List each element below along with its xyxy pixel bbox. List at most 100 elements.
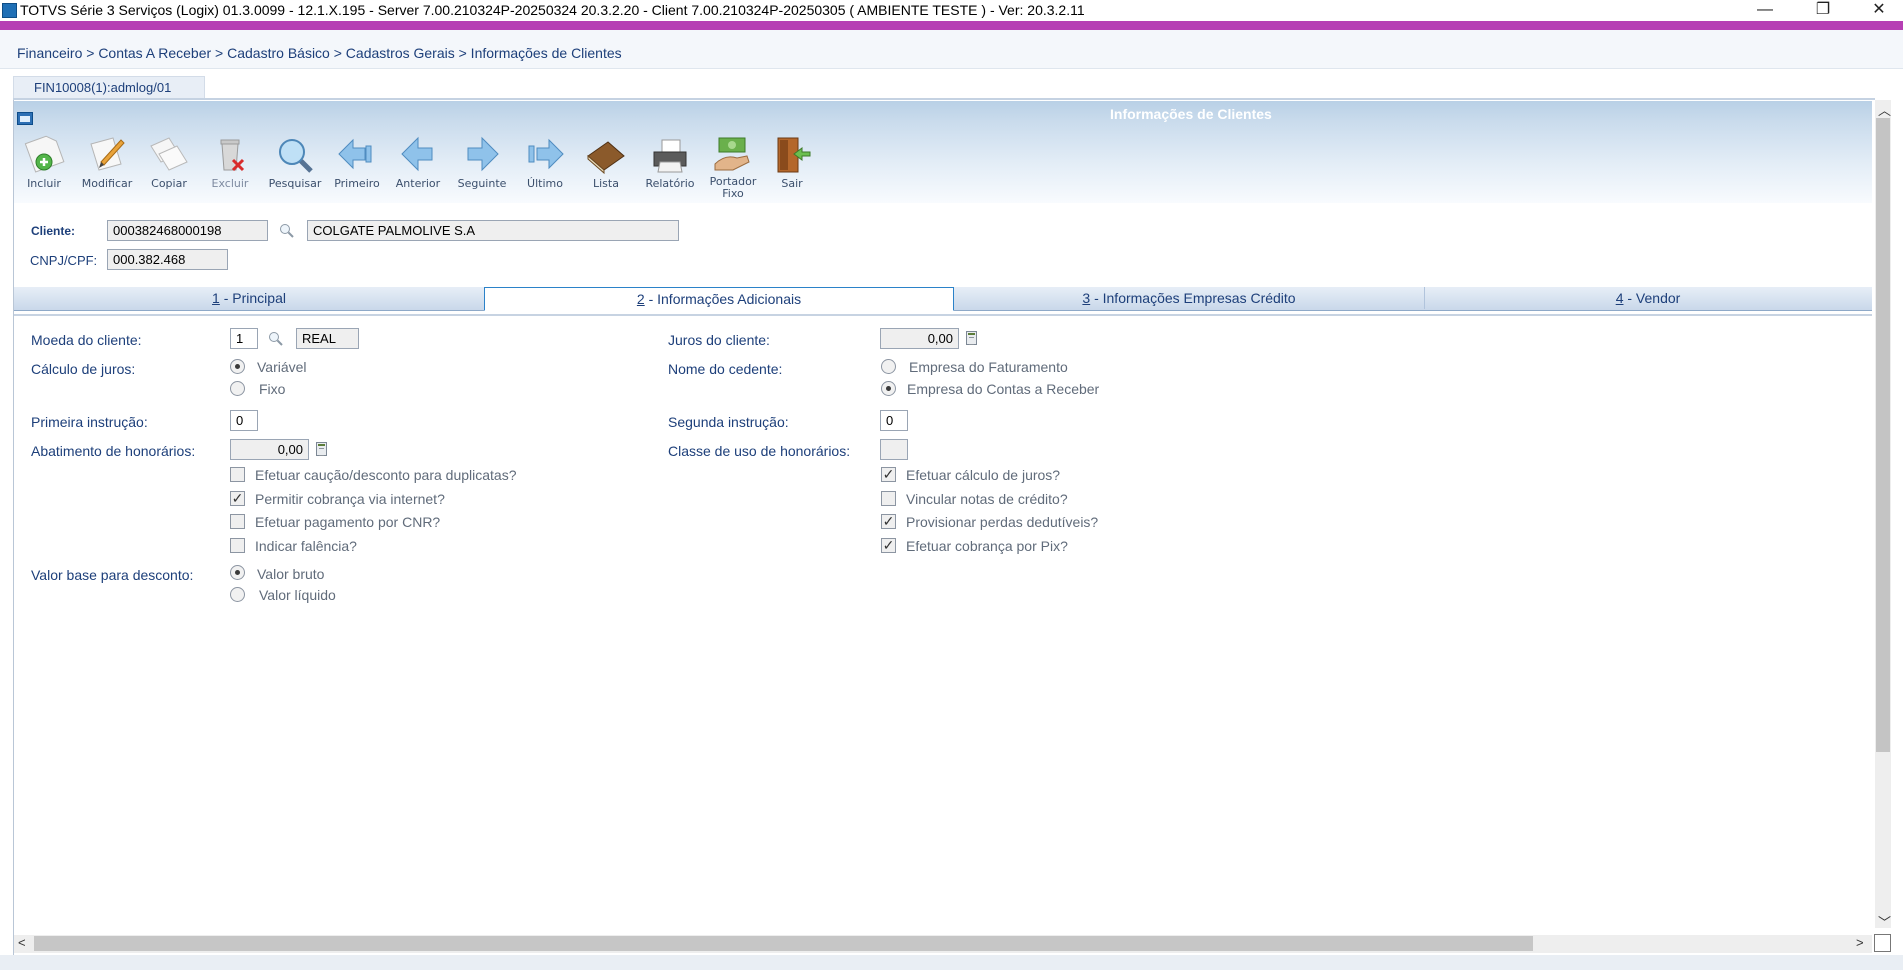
moeda-code-field[interactable]: 1 xyxy=(230,328,258,349)
vertical-scroll-thumb[interactable] xyxy=(1876,118,1890,752)
excluir-label: Excluir xyxy=(211,177,249,190)
book-icon xyxy=(587,141,625,175)
portador-fixo-button[interactable]: Portador Fixo xyxy=(705,134,761,204)
primeiro-label: Primeiro xyxy=(334,177,380,190)
efetuar-caucao-label: Efetuar caução/desconto para duplicatas? xyxy=(255,467,517,483)
valor-bruto-label: Valor bruto xyxy=(257,566,325,582)
tab-vendor[interactable]: 4 - Vendor xyxy=(1424,287,1872,309)
valor-liquido-radio[interactable] xyxy=(230,587,245,602)
next-arrow-icon xyxy=(467,136,499,172)
scroll-left-arrow-icon[interactable]: < xyxy=(18,935,26,950)
calculo-fixo-radio[interactable] xyxy=(230,381,245,396)
bottom-bar xyxy=(0,955,1903,970)
calculo-variavel-radio[interactable] xyxy=(230,359,245,374)
valor-liquido-label: Valor líquido xyxy=(259,587,336,603)
exit-door-icon xyxy=(777,137,811,173)
efetuar-pagamento-cnr-checkbox[interactable] xyxy=(230,514,245,529)
tab-informacoes-adicionais-label: - Informações Adicionais xyxy=(644,291,802,307)
ultimo-button[interactable]: Último xyxy=(517,134,573,204)
resize-corner xyxy=(1874,934,1891,952)
calculo-fixo-label: Fixo xyxy=(259,381,286,397)
cliente-search-icon[interactable] xyxy=(279,223,295,242)
cedente-faturamento-radio[interactable] xyxy=(881,359,896,374)
first-arrow-icon xyxy=(338,138,372,170)
search-icon xyxy=(279,139,313,173)
program-tab-label: FIN10008(1):admlog/01 xyxy=(34,80,172,95)
breadcrumb-bar: Financeiro > Contas A Receber > Cadastro… xyxy=(0,30,1903,69)
ultimo-label: Último xyxy=(527,177,563,190)
primeira-instrucao-label: Primeira instrução: xyxy=(31,414,148,430)
previous-arrow-icon xyxy=(401,136,433,172)
abatimento-label: Abatimento de honorários: xyxy=(31,443,196,459)
cnpj-label: CNPJ/CPF: xyxy=(30,253,98,268)
tab-principal[interactable]: 1 - Principal xyxy=(14,287,485,309)
tab-vendor-label: - Vendor xyxy=(1623,290,1681,306)
cedente-faturamento-label: Empresa do Faturamento xyxy=(909,359,1068,375)
moeda-label: Moeda do cliente: xyxy=(31,332,142,348)
indicar-falencia-label: Indicar falência? xyxy=(255,538,357,554)
accent-bar xyxy=(0,21,1903,30)
cedente-contas-receber-label: Empresa do Contas a Receber xyxy=(907,381,1100,397)
calculo-variavel-label: Variável xyxy=(257,359,307,375)
pesquisar-label: Pesquisar xyxy=(268,177,322,190)
primeira-instrucao-field[interactable]: 0 xyxy=(230,410,258,431)
app-icon xyxy=(2,3,17,18)
restore-button[interactable]: ❐ xyxy=(1806,0,1840,21)
copiar-button[interactable]: Copiar xyxy=(141,134,197,204)
seguinte-label: Seguinte xyxy=(457,177,507,190)
abatimento-field: 0,00 xyxy=(230,439,309,460)
modificar-label: Modificar xyxy=(81,177,133,190)
tab-principal-label: - Principal xyxy=(219,290,286,306)
moeda-name-field: REAL xyxy=(296,328,359,349)
relatorio-button[interactable]: Relatório xyxy=(642,134,698,204)
scroll-right-arrow-icon[interactable]: > xyxy=(1856,935,1864,950)
sair-button[interactable]: Sair xyxy=(764,134,820,204)
form-title: Informações de Clientes xyxy=(1110,106,1272,122)
vincular-notas-credito-label: Vincular notas de crédito? xyxy=(906,491,1068,507)
printer-icon xyxy=(653,139,687,173)
minimize-button[interactable]: — xyxy=(1748,0,1782,21)
abatimento-calculator-icon[interactable] xyxy=(316,442,327,456)
tab-informacoes-adicionais[interactable]: 2 - Informações Adicionais xyxy=(484,287,954,311)
scroll-up-arrow-icon[interactable]: ︿ xyxy=(1878,100,1891,119)
incluir-label: Incluir xyxy=(27,177,61,190)
window-title-bar: TOTVS Série 3 Serviços (Logix) 01.3.0099… xyxy=(0,0,1903,21)
breadcrumb: Financeiro > Contas A Receber > Cadastro… xyxy=(17,45,622,61)
cedente-contas-receber-radio[interactable] xyxy=(881,381,896,396)
tab-informacoes-empresas-credito[interactable]: 3 - Informações Empresas Crédito xyxy=(954,287,1425,309)
permitir-cobranca-internet-checkbox[interactable]: ✓ xyxy=(230,491,245,506)
indicar-falencia-checkbox[interactable] xyxy=(230,538,245,553)
segunda-instrucao-field[interactable]: 0 xyxy=(880,410,908,431)
lista-label: Lista xyxy=(593,177,619,190)
lista-button[interactable]: Lista xyxy=(578,134,634,204)
efetuar-caucao-checkbox[interactable] xyxy=(230,467,245,482)
efetuar-cobranca-pix-checkbox[interactable]: ✓ xyxy=(881,538,896,553)
primeiro-button[interactable]: Primeiro xyxy=(329,134,385,204)
provisionar-perdas-checkbox[interactable]: ✓ xyxy=(881,514,896,529)
moeda-search-icon[interactable] xyxy=(268,331,284,350)
efetuar-calculo-juros-checkbox[interactable]: ✓ xyxy=(881,467,896,482)
horizontal-scroll-thumb[interactable] xyxy=(34,936,1533,951)
incluir-button[interactable]: Incluir xyxy=(16,134,72,204)
add-document-icon xyxy=(24,135,65,173)
close-button[interactable]: ✕ xyxy=(1862,0,1896,21)
form-window-icon xyxy=(17,112,33,125)
vincular-notas-credito-checkbox[interactable] xyxy=(881,491,896,506)
cliente-code-field[interactable]: 000382468000198 xyxy=(107,220,268,241)
juros-calculator-icon[interactable] xyxy=(966,331,977,345)
provisionar-perdas-label: Provisionar perdas dedutíveis? xyxy=(906,514,1099,530)
modificar-button[interactable]: Modificar xyxy=(79,134,135,204)
seguinte-button[interactable]: Seguinte xyxy=(454,134,510,204)
efetuar-pagamento-cnr-label: Efetuar pagamento por CNR? xyxy=(255,514,441,530)
juros-label: Juros do cliente: xyxy=(668,332,770,348)
juros-field: 0,00 xyxy=(880,328,959,349)
money-hand-icon xyxy=(714,137,750,171)
valor-bruto-radio[interactable] xyxy=(230,565,245,580)
program-tab[interactable]: FIN10008(1):admlog/01 xyxy=(13,76,205,99)
scroll-down-arrow-icon[interactable]: ﹀ xyxy=(1878,912,1891,931)
sair-label: Sair xyxy=(781,177,803,190)
anterior-button[interactable]: Anterior xyxy=(390,134,446,204)
excluir-button[interactable]: Excluir xyxy=(202,134,258,204)
pesquisar-button[interactable]: Pesquisar xyxy=(267,134,323,204)
calculo-juros-label: Cálculo de juros: xyxy=(31,361,136,377)
